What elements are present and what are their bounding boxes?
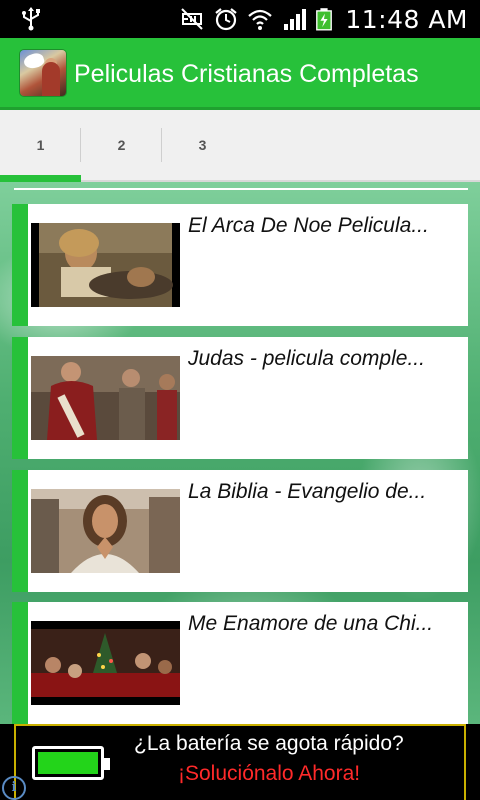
- video-title: Judas - pelicula comple...: [188, 347, 425, 370]
- tab-bar: 1 2 3: [0, 110, 480, 182]
- usb-icon: [22, 7, 40, 31]
- battery-icon: [32, 746, 110, 780]
- video-title: La Biblia - Evangelio de...: [188, 480, 427, 503]
- alarm-icon: [215, 8, 238, 31]
- ad-cta[interactable]: ¡Soluciónalo Ahora!: [178, 762, 360, 786]
- tab-1[interactable]: 1: [0, 110, 81, 182]
- clock: 11:48 AM: [345, 4, 468, 34]
- tab-label: 1: [36, 137, 45, 153]
- video-title: El Arca De Noe Pelicula...: [188, 214, 429, 237]
- video-thumbnail: [31, 621, 180, 705]
- app-logo-icon[interactable]: [20, 50, 66, 96]
- ad-headline: ¿La batería se agota rápido?: [134, 732, 404, 755]
- video-item[interactable]: Me Enamore de una Chi...: [12, 602, 468, 724]
- status-bar: 11:48 AM: [0, 0, 480, 38]
- ad-banner[interactable]: ¿La batería se agota rápido? ¡Soluciónal…: [0, 724, 480, 800]
- video-thumbnail: [31, 489, 180, 573]
- tab-3[interactable]: 3: [162, 110, 243, 180]
- app-title: Peliculas Cristianas Completas: [74, 60, 419, 88]
- video-list[interactable]: El Arca De Noe Pelicula... Judas - pelic…: [0, 182, 480, 724]
- action-bar: Peliculas Cristianas Completas: [0, 38, 480, 110]
- video-item[interactable]: El Arca De Noe Pelicula...: [12, 204, 468, 326]
- video-item[interactable]: La Biblia - Evangelio de...: [12, 470, 468, 592]
- tab-2[interactable]: 2: [81, 110, 162, 180]
- ad-info-icon[interactable]: i: [2, 776, 26, 800]
- video-title: Me Enamore de una Chi...: [188, 612, 434, 635]
- active-tab-indicator: [0, 175, 81, 182]
- wifi-icon: [248, 9, 273, 30]
- tab-label: 2: [117, 137, 126, 153]
- tab-label: 3: [198, 137, 207, 153]
- signal-icon: [284, 9, 307, 30]
- video-item[interactable]: Judas - pelicula comple...: [12, 337, 468, 459]
- mute-icon: [181, 8, 204, 30]
- video-thumbnail: [31, 356, 180, 440]
- video-thumbnail: [31, 223, 180, 307]
- battery-charging-icon: [316, 8, 333, 31]
- list-divider: [14, 188, 468, 190]
